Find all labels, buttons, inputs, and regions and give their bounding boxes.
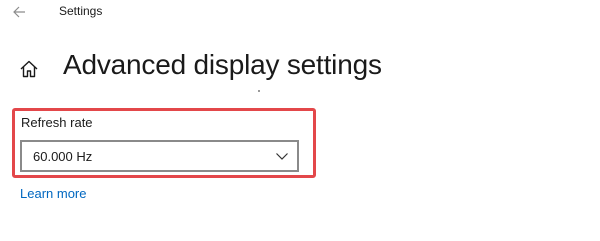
- learn-more-link[interactable]: Learn more: [20, 186, 86, 201]
- chevron-down-icon: [275, 150, 289, 162]
- back-arrow-icon: [13, 6, 25, 18]
- refresh-rate-selected-value: 60.000 Hz: [33, 149, 93, 164]
- refresh-rate-dropdown[interactable]: 60.000 Hz: [20, 140, 299, 172]
- page-title: Advanced display settings: [63, 49, 382, 80]
- app-title: Settings: [59, 4, 103, 18]
- back-button[interactable]: [10, 3, 30, 21]
- title-bar: Settings: [0, 0, 600, 26]
- refresh-rate-label: Refresh rate: [21, 115, 93, 130]
- cursor-artifact: [258, 90, 260, 92]
- home-icon[interactable]: [19, 59, 39, 79]
